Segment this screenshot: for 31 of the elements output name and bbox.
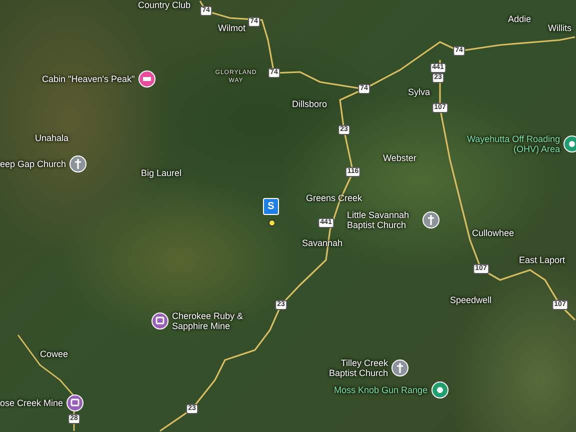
place-label: Addie bbox=[508, 14, 532, 24]
listing-marker[interactable]: S bbox=[263, 198, 279, 215]
place-label: Wilmot bbox=[218, 23, 246, 33]
pin-icon[interactable] bbox=[138, 70, 156, 88]
cross-pin-icon[interactable] bbox=[69, 155, 88, 173]
place-label: Tilley Creek Baptist Church bbox=[328, 358, 388, 378]
cross-pin-icon[interactable] bbox=[422, 211, 440, 229]
place-label: Country Club bbox=[138, 0, 191, 10]
place-label: Wayehutta Off Roading (OHV) Area bbox=[466, 134, 560, 154]
place-label: Willits bbox=[548, 23, 572, 33]
place-label: Cowee bbox=[40, 349, 68, 359]
place-label: Little Savannah Baptist Church bbox=[347, 210, 410, 230]
pin-icon[interactable] bbox=[563, 135, 576, 153]
place-label: Dillsboro bbox=[292, 99, 328, 109]
place-label: eep Gap Church bbox=[0, 159, 66, 169]
place-label: East Laport bbox=[519, 255, 566, 265]
place-label: Webster bbox=[383, 153, 416, 163]
place-label: Big Laurel bbox=[141, 168, 182, 178]
place-label: Cabin "Heaven's Peak" bbox=[42, 74, 135, 84]
place-label: Cherokee Ruby & Sapphire Mine bbox=[172, 311, 244, 331]
location-dot-icon bbox=[268, 219, 276, 227]
pin-icon[interactable] bbox=[66, 394, 84, 412]
place-label: ose Creek Mine bbox=[0, 398, 64, 408]
pin-icon[interactable] bbox=[151, 312, 169, 330]
cross-pin-icon[interactable] bbox=[391, 359, 409, 377]
place-label: Unahala bbox=[35, 133, 69, 143]
place-label: Sylva bbox=[408, 87, 430, 97]
place-label: Cullowhee bbox=[472, 228, 514, 238]
pin-icon[interactable] bbox=[430, 381, 449, 399]
place-label: Speedwell bbox=[450, 295, 492, 305]
place-label: Moss Knob Gun Range bbox=[334, 385, 428, 395]
